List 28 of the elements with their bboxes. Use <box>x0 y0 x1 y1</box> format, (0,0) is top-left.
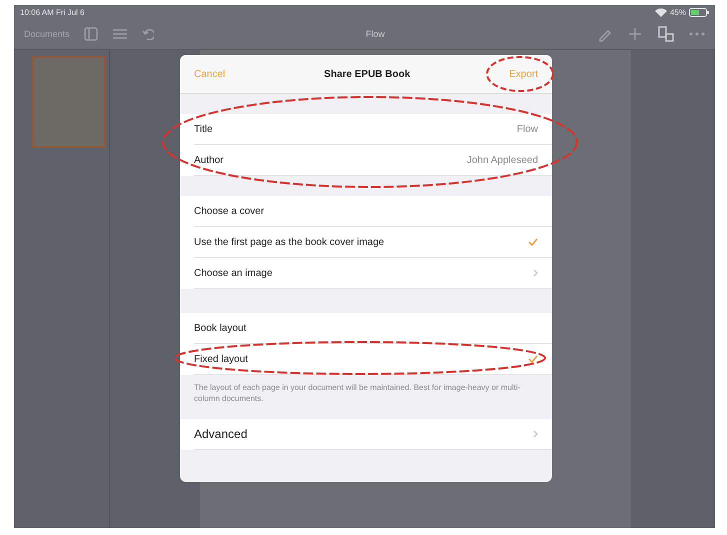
section-header: Book layout <box>194 322 246 334</box>
chevron-icon <box>533 430 538 438</box>
dialog-title: Share EPUB Book <box>324 68 410 80</box>
add-icon[interactable] <box>626 26 643 42</box>
section-header: Choose a cover <box>194 206 264 216</box>
list-icon[interactable] <box>112 28 128 40</box>
option-label[interactable]: Use the first page as the book cover image <box>194 236 384 248</box>
document-title: Flow <box>366 29 385 39</box>
battery-percent: 45% <box>670 8 686 16</box>
option-label[interactable]: Fixed layout <box>194 354 248 364</box>
export-button[interactable]: Export <box>509 68 538 80</box>
layout-description: The layout of each page in your document will be maintained. Best for image-heavy or multi-column documents. <box>193 382 522 405</box>
more-icon[interactable] <box>688 32 705 36</box>
option-label[interactable]: Choose an image <box>194 268 272 278</box>
wifi-icon <box>654 8 667 16</box>
documents-button[interactable]: Documents <box>24 29 70 39</box>
annotation-ellipse <box>486 56 554 92</box>
field-label: Title <box>194 124 213 134</box>
battery-icon <box>689 8 709 16</box>
status-time: 10:06 AM Fri Jul 6 <box>20 8 84 16</box>
undo-icon[interactable] <box>142 28 154 40</box>
field-label: Author <box>194 154 224 166</box>
sidebar-icon[interactable] <box>84 27 98 41</box>
field-value[interactable]: John Appleseed <box>466 154 538 166</box>
cancel-button[interactable]: Cancel <box>194 68 226 80</box>
advanced-item[interactable]: Advanced <box>194 426 248 441</box>
field-value[interactable]: Flow <box>516 124 538 134</box>
page-thumbnail[interactable] <box>32 56 106 148</box>
